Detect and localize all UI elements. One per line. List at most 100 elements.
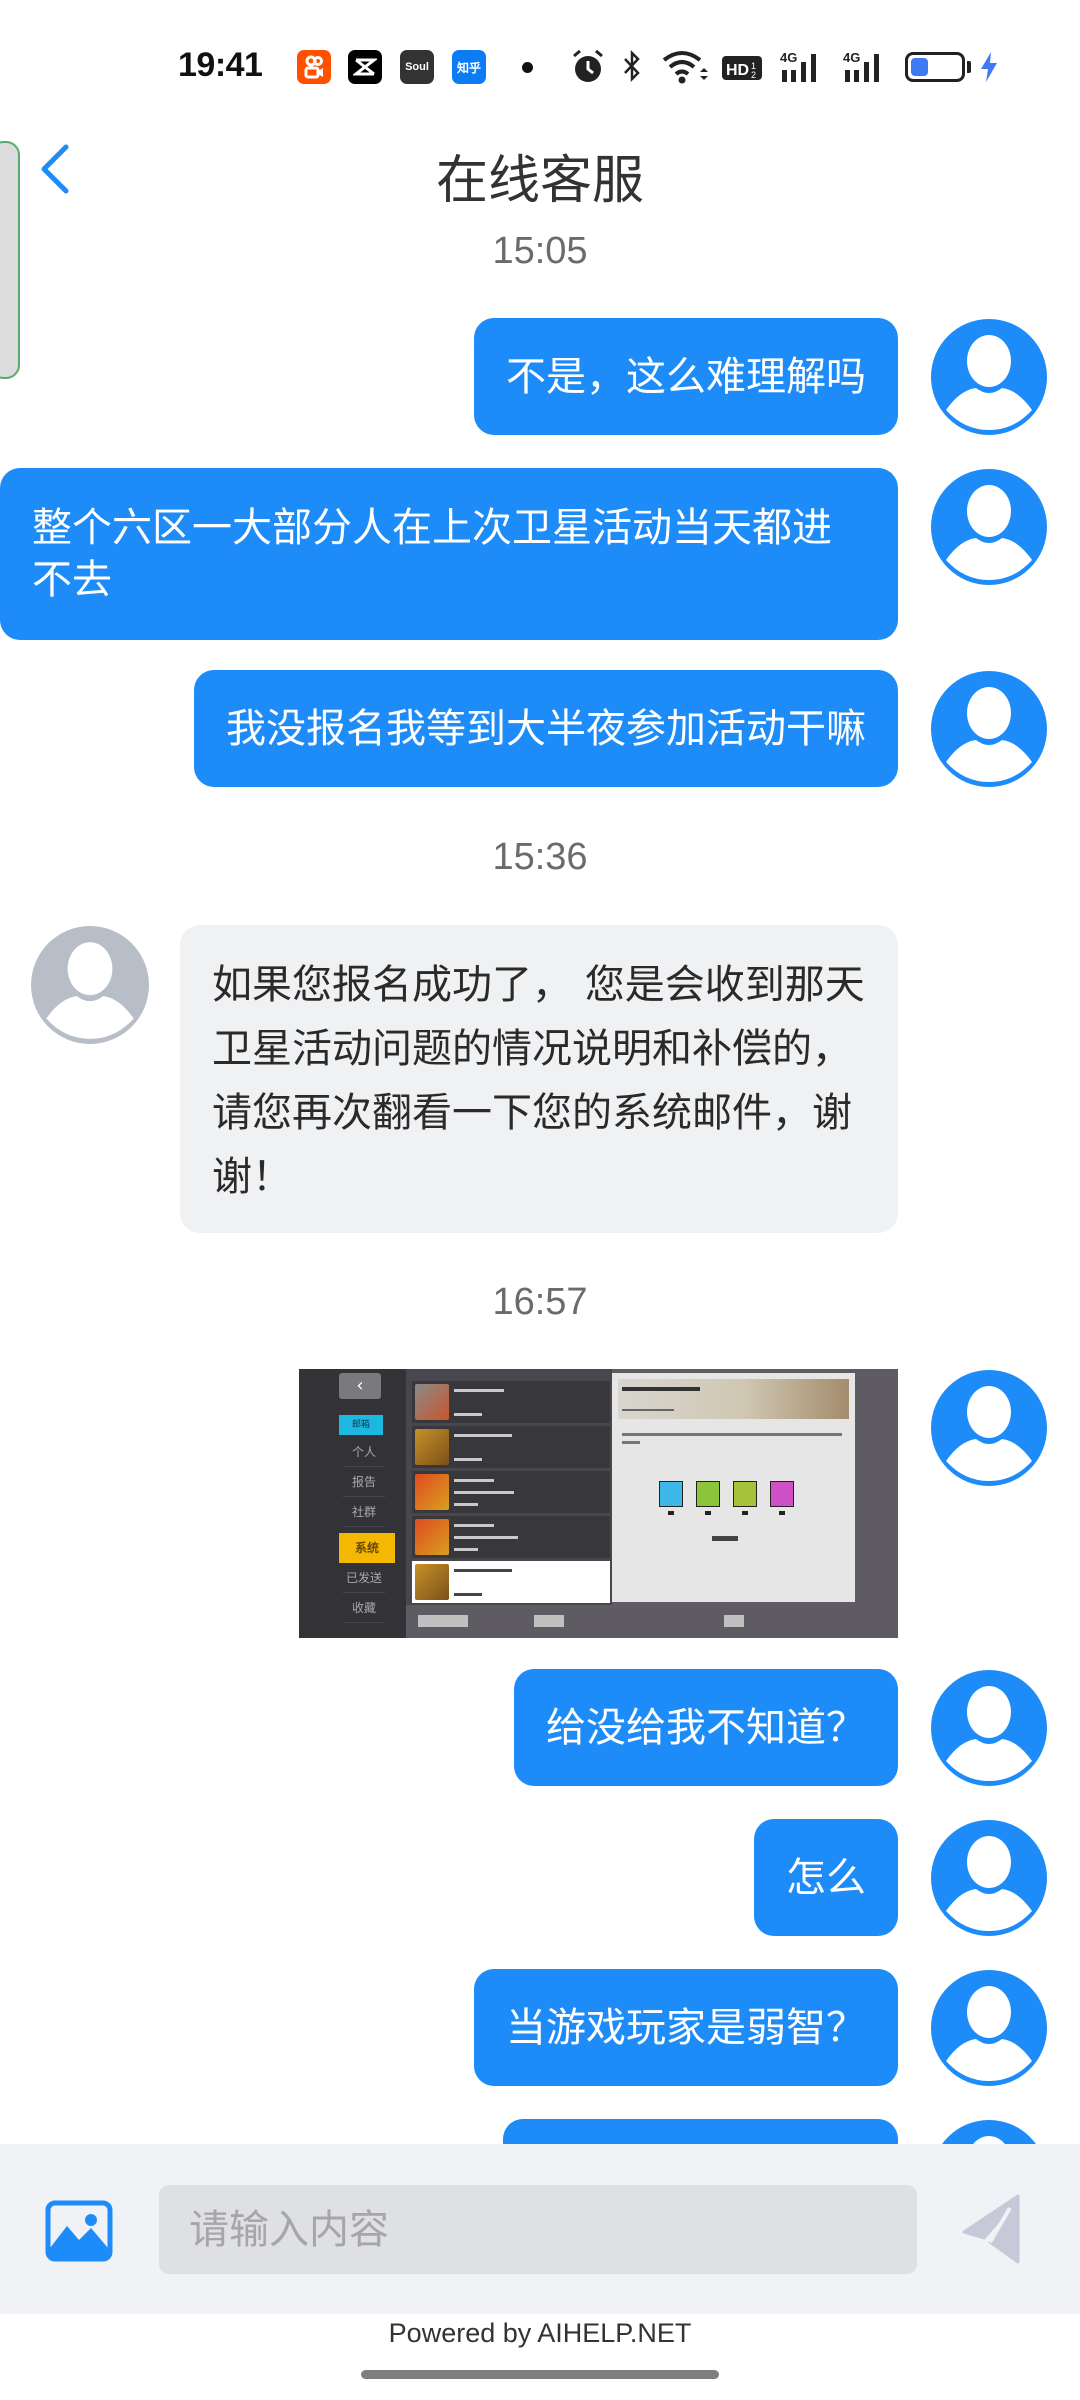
screenshot-mail-row — [412, 1516, 610, 1558]
send-icon — [962, 2194, 1020, 2264]
message-bubble-user[interactable]: 当游戏玩家是弱智？ — [474, 1969, 898, 2086]
row-line — [454, 1434, 512, 1437]
user-avatar-icon[interactable] — [930, 1669, 1048, 1787]
claimed-label — [712, 1536, 738, 1541]
horn-thumb-icon — [415, 1384, 449, 1420]
screenshot-nav-item: 收藏 — [343, 1593, 385, 1623]
screenshot-back-button: ‹ — [339, 1373, 381, 1399]
bottom-action — [418, 1615, 468, 1627]
message-text: 怎么 — [786, 1854, 866, 1901]
svg-text:4G: 4G — [780, 50, 797, 65]
notification-dot-icon — [522, 62, 533, 73]
user-avatar-icon[interactable] — [930, 1819, 1048, 1937]
user-avatar-icon[interactable] — [930, 1969, 1048, 2087]
screenshot-mail-detail — [612, 1373, 855, 1602]
message-text: 当游戏玩家是弱智？ — [506, 2004, 866, 2051]
row-line — [454, 1524, 494, 1527]
row-line — [454, 1503, 478, 1506]
powered-by-label: Powered by AIHELP.NET — [388, 2318, 692, 2348]
capcut-app-icon — [348, 50, 382, 84]
mail-text-line — [622, 1441, 640, 1444]
screenshot-nav-item: 已发送 — [343, 1563, 385, 1593]
reward-count — [779, 1511, 785, 1515]
message-bubble-user[interactable]: 整个六区一大部分人在上次卫星活动当天都进不去 — [0, 468, 898, 640]
timestamp: 15:05 — [492, 230, 588, 272]
gift-thumb-icon — [415, 1519, 449, 1555]
reward-count — [668, 1511, 674, 1515]
screenshot-mail-row — [412, 1426, 610, 1468]
message-text: 我没报名我等到大半夜参加活动干嘛 — [226, 705, 866, 752]
user-avatar-icon[interactable] — [930, 1369, 1048, 1487]
battery-icon — [905, 52, 965, 82]
timestamp: 15:36 — [492, 836, 588, 878]
banner-date — [622, 1409, 674, 1411]
reward-item-icon — [733, 1481, 757, 1507]
svg-text:HD: HD — [726, 62, 749, 79]
row-line — [454, 1569, 512, 1572]
bottom-action — [534, 1615, 564, 1627]
mail-text-line — [622, 1433, 842, 1436]
screenshot-mail-list — [406, 1369, 612, 1605]
user-avatar-icon[interactable] — [930, 318, 1048, 436]
message-text: 给没给我不知道？ — [546, 1704, 866, 1751]
message-bubble-agent[interactable]: 如果您报名成功了， 您是会收到那天卫星活动问题的情况说明和补偿的，请您再次翻看一… — [180, 925, 898, 1233]
timestamp: 16:57 — [492, 1281, 588, 1323]
screenshot-nav-item: 报告 — [343, 1467, 385, 1497]
message-bubble-user[interactable]: 我没报名我等到大半夜参加活动干嘛 — [194, 670, 898, 787]
bottom-action — [724, 1615, 744, 1627]
message-bubble-user[interactable]: 不是，这么难理解吗 — [474, 318, 898, 435]
screenshot-nav-item-selected: 系统 — [339, 1533, 395, 1563]
mail-banner — [618, 1379, 849, 1419]
user-avatar-icon[interactable] — [930, 670, 1048, 788]
screenshot-mail-row — [412, 1381, 610, 1423]
image-message[interactable]: ‹ 邮箱 个人 报告 社群 系统 已发送 收藏 — [299, 1369, 898, 1638]
send-button[interactable] — [960, 2192, 1028, 2268]
reward-item-icon — [696, 1481, 720, 1507]
image-icon — [45, 2200, 113, 2262]
banner-title — [622, 1387, 700, 1391]
message-text: 如果您报名成功了， 您是会收到那天卫星活动问题的情况说明和补偿的，请您再次翻看一… — [212, 962, 865, 1200]
wifi-icon — [662, 51, 708, 84]
chest-thumb-icon — [415, 1429, 449, 1465]
row-line — [454, 1593, 482, 1596]
message-text: 整个六区一大部分人在上次卫星活动当天都进不去 — [32, 505, 832, 603]
attach-image-button[interactable] — [45, 2200, 113, 2262]
status-time: 19:41 — [178, 46, 263, 84]
svg-text:4G: 4G — [843, 50, 860, 65]
reward-count — [742, 1511, 748, 1515]
message-bubble-user[interactable]: 给没给我不知道？ — [514, 1669, 898, 1786]
row-line — [454, 1536, 518, 1539]
message-bubble-user[interactable]: 怎么 — [754, 1819, 898, 1936]
screenshot-mail-row-selected — [412, 1561, 610, 1603]
zhihu-app-icon: 知乎 — [452, 50, 486, 84]
screenshot-sidebar: ‹ 邮箱 个人 报告 社群 系统 已发送 收藏 — [299, 1369, 406, 1638]
composer-bar — [0, 2144, 1080, 2314]
page-title: 在线客服 — [435, 151, 644, 211]
reward-item-icon — [659, 1481, 683, 1507]
bluetooth-icon — [624, 49, 640, 83]
row-line — [454, 1458, 482, 1461]
agent-avatar-icon — [31, 926, 149, 1044]
battery-nub — [967, 61, 971, 73]
status-bar: 19:41 Soul 知乎 HD 1 2 4G 4G — [0, 0, 1080, 110]
message-input[interactable] — [159, 2185, 917, 2274]
hd-icon: HD 1 2 — [722, 56, 762, 80]
battery-level — [911, 58, 928, 76]
soul-app-icon: Soul — [400, 50, 434, 84]
alarm-icon — [573, 49, 603, 82]
reward-item-icon — [770, 1481, 794, 1507]
kuaishou-app-icon — [297, 50, 331, 84]
screenshot-mail-tab: 邮箱 — [339, 1415, 383, 1435]
user-avatar-icon[interactable] — [930, 468, 1048, 586]
screenshot-bottom-bar — [406, 1605, 898, 1638]
gift-thumb-icon — [415, 1474, 449, 1510]
home-indicator[interactable] — [361, 2370, 719, 2379]
chest-thumb-icon — [415, 1564, 449, 1600]
signal-4g-icon: 4G — [843, 50, 879, 82]
signal-4g-icon: 4G — [780, 50, 816, 82]
svg-text:2: 2 — [751, 70, 756, 80]
message-text: 不是，这么难理解吗 — [506, 353, 866, 400]
reward-count — [705, 1511, 711, 1515]
row-line — [454, 1479, 494, 1482]
screenshot-nav-item: 个人 — [343, 1437, 385, 1467]
